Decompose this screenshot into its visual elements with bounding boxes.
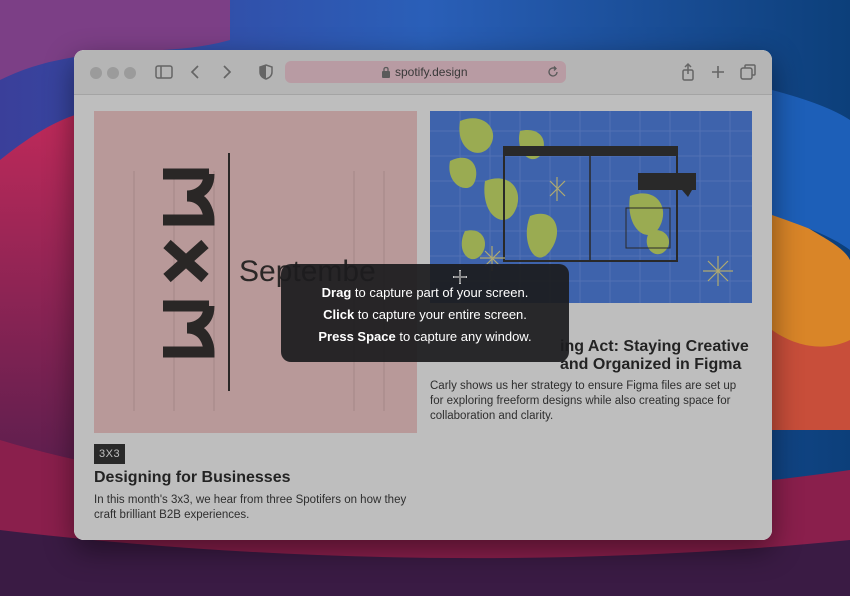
close-window-button[interactable] (90, 67, 102, 79)
sidebar-icon[interactable] (154, 62, 174, 82)
address-bar[interactable]: spotify.design (285, 61, 566, 83)
url-text: spotify.design (395, 65, 468, 79)
article-description-left: In this month's 3x3, we hear from three … (94, 494, 407, 521)
shield-icon[interactable] (256, 62, 276, 82)
new-tab-icon[interactable] (708, 62, 728, 82)
minimize-window-button[interactable] (107, 67, 119, 79)
crosshair-cursor-icon (453, 270, 467, 284)
reload-icon[interactable] (546, 65, 560, 79)
hud-line-space: Press Space to capture any window. (318, 329, 532, 344)
screenshot-capture-hud: Drag to capture part of your screen. Cli… (281, 264, 569, 362)
zoom-window-button[interactable] (124, 67, 136, 79)
back-icon[interactable] (186, 62, 206, 82)
article-title-left[interactable]: Designing for Businesses (94, 469, 291, 487)
share-icon[interactable] (678, 62, 698, 82)
article-description-right: Carly shows us her strategy to ensure Fi… (430, 380, 737, 422)
hud-line-click: Click to capture your entire screen. (323, 307, 527, 322)
hud-line-drag: Drag to capture part of your screen. (321, 285, 529, 300)
forward-icon[interactable] (216, 62, 236, 82)
article-title-right-text: ing Act: Staying Creative and Organized … (560, 338, 749, 373)
browser-toolbar: spotify.design (74, 50, 772, 95)
lock-icon (382, 66, 390, 78)
tabs-overview-icon[interactable] (738, 62, 758, 82)
category-badge[interactable]: 3X3 (94, 444, 126, 464)
